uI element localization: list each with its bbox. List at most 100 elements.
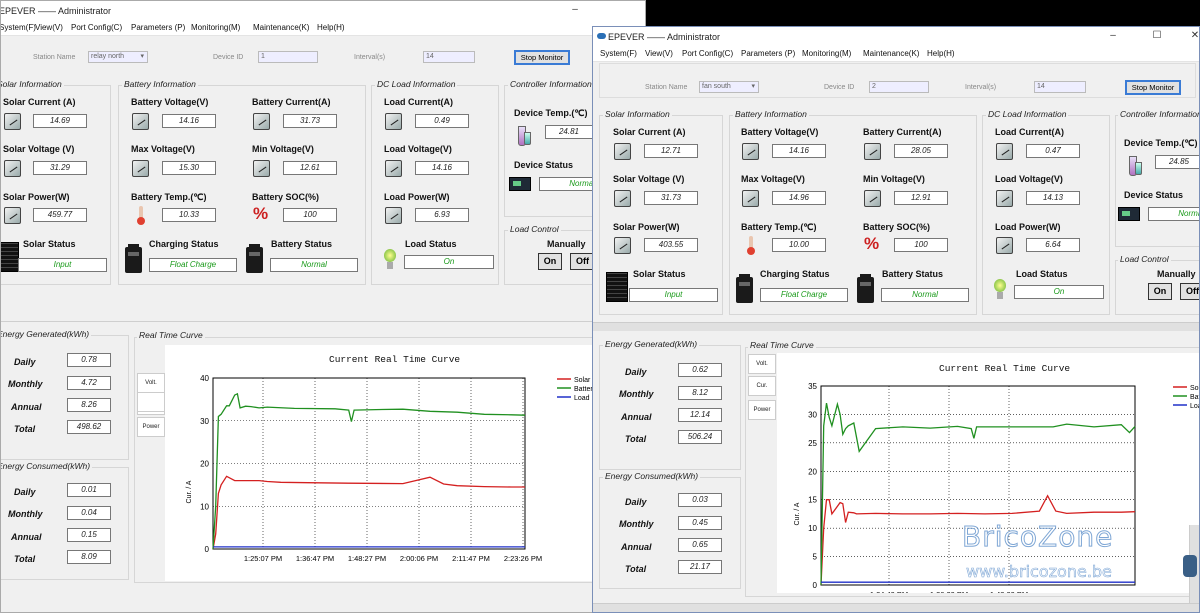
- solar-voltage-label: Solar Voltage (V): [613, 174, 685, 184]
- menu-help[interactable]: Help(H): [317, 23, 345, 32]
- y-tick-label: 15: [808, 496, 817, 505]
- horizontal-scrollbar[interactable]: [593, 603, 1199, 612]
- battery-soc-label: Battery SOC(%): [863, 222, 931, 232]
- horizontal-scrollbar[interactable]: [593, 322, 1199, 331]
- battery-voltage-label: Battery Voltage(V): [131, 97, 209, 107]
- x-tick-label: 1:36:47 PM: [296, 554, 334, 563]
- battery-current-label: Battery Current(A): [252, 97, 331, 107]
- consumed-total-value: 21.17: [678, 560, 722, 574]
- solar-power-label: Solar Power(W): [3, 192, 70, 202]
- menu-monitoring[interactable]: Monitoring(M): [191, 23, 240, 32]
- load-voltage-label: Load Voltage(V): [995, 174, 1063, 184]
- menu-help[interactable]: Help(H): [927, 49, 955, 58]
- solar-power-label: Solar Power(W): [613, 222, 680, 232]
- legend-label: Battery: [1190, 394, 1200, 401]
- solar-voltage-value: 31.29: [33, 161, 87, 175]
- controller-device-icon: [1118, 207, 1140, 221]
- tab-power[interactable]: Power: [748, 400, 776, 420]
- device-temp-label: Device Temp.(℃): [1124, 138, 1198, 148]
- close-icon[interactable]: ✕: [1187, 29, 1199, 43]
- min-voltage-value: 12.61: [283, 161, 337, 175]
- load-off-button[interactable]: Off: [1180, 283, 1199, 300]
- consumed-daily-value: 0.03: [678, 493, 722, 507]
- load-on-button[interactable]: On: [538, 253, 562, 270]
- menu-monitoring[interactable]: Monitoring(M): [802, 49, 851, 58]
- legend-label: Solar: [1190, 385, 1200, 392]
- min-voltage-label: Min Voltage(V): [863, 174, 925, 184]
- menu-parameters[interactable]: Parameters (P): [741, 49, 795, 58]
- menu-maintenance[interactable]: Maintenance(K): [863, 49, 919, 58]
- station-name-select[interactable]: fan south: [699, 81, 759, 93]
- menu-bar: System(F) View(V) Port Config(C) Paramet…: [1, 21, 645, 36]
- stop-monitor-button[interactable]: Stop Monitor: [514, 50, 570, 65]
- load-current-value: 0.47: [1026, 144, 1080, 158]
- meter-icon: [614, 190, 631, 207]
- meter-icon: [4, 207, 21, 224]
- battery-icon: [736, 274, 753, 303]
- load-off-button[interactable]: Off: [570, 253, 594, 270]
- watermark-logo: BricoZone: [961, 520, 1114, 554]
- menu-maintenance[interactable]: Maintenance(K): [253, 23, 309, 32]
- generated-daily-label: Daily: [625, 367, 647, 377]
- y-tick-label: 5: [813, 553, 818, 562]
- device-id-field[interactable]: 1: [258, 51, 318, 63]
- meter-icon: [742, 190, 759, 207]
- consumed-daily-value: 0.01: [67, 483, 111, 497]
- device-id-field[interactable]: 2: [869, 81, 929, 93]
- device-id-label: Device ID: [213, 54, 244, 61]
- menu-view[interactable]: View(V): [35, 23, 63, 32]
- y-tick-label: 20: [808, 467, 817, 476]
- battery-temp-label: Battery Temp.(℃): [741, 222, 817, 232]
- generated-annual-value: 12.14: [678, 408, 722, 422]
- consumed-annual-value: 0.15: [67, 528, 111, 542]
- menu-port-config[interactable]: Port Config(C): [682, 49, 733, 58]
- y-tick-label: 30: [808, 410, 817, 419]
- menu-system[interactable]: System(F): [600, 49, 637, 58]
- meter-icon: [614, 143, 631, 160]
- menu-parameters[interactable]: Parameters (P): [131, 23, 185, 32]
- tab-power[interactable]: Power: [137, 417, 165, 437]
- meter-icon: [864, 143, 881, 160]
- load-mode-label: Manually: [547, 239, 586, 249]
- interval-label: Interval(s): [354, 54, 386, 61]
- load-current-value: 0.49: [415, 114, 469, 128]
- controller-group-title: Controller Information: [1118, 109, 1199, 119]
- interval-field[interactable]: 14: [1034, 81, 1086, 93]
- interval-field[interactable]: 14: [423, 51, 475, 63]
- tab-current[interactable]: Cur.: [748, 376, 776, 396]
- tab-voltage[interactable]: Volt.: [137, 373, 165, 393]
- load-status-value: On: [1014, 285, 1104, 299]
- meter-icon: [996, 237, 1013, 254]
- meter-icon: [996, 190, 1013, 207]
- minimize-icon[interactable]: –: [1105, 29, 1121, 43]
- solar-voltage-label: Solar Voltage (V): [3, 144, 75, 154]
- generated-annual-label: Annual: [11, 402, 42, 412]
- solar-current-value: 12.71: [644, 144, 698, 158]
- x-tick-label: 1:25:07 PM: [244, 554, 282, 563]
- title-bar: EPEVER —— Administrator –: [1, 1, 645, 21]
- minimize-icon[interactable]: –: [567, 3, 583, 17]
- light-bulb-icon: [383, 249, 397, 271]
- solar-status-value: Input: [629, 288, 718, 302]
- stop-monitor-button[interactable]: Stop Monitor: [1125, 80, 1181, 95]
- percent-icon: %: [864, 234, 880, 253]
- charging-status-label: Charging Status: [760, 269, 830, 279]
- load-status-value: On: [404, 255, 494, 269]
- tab-voltage[interactable]: Volt.: [748, 354, 776, 374]
- max-voltage-value: 15.30: [162, 161, 216, 175]
- menu-system[interactable]: System(F): [1, 23, 36, 32]
- load-power-value: 6.93: [415, 208, 469, 222]
- load-group-title: DC Load Information: [986, 109, 1069, 119]
- consumed-annual-label: Annual: [621, 542, 652, 552]
- station-name-select[interactable]: relay north: [88, 51, 148, 63]
- meter-icon: [253, 113, 270, 130]
- menu-port-config[interactable]: Port Config(C): [71, 23, 122, 32]
- menu-view[interactable]: View(V): [645, 49, 673, 58]
- maximize-icon[interactable]: ☐: [1149, 29, 1165, 43]
- battery-current-value: 28.05: [894, 144, 948, 158]
- y-axis-label: Cur. / A: [186, 480, 193, 503]
- load-control-title: Load Control: [508, 224, 561, 234]
- load-on-button[interactable]: On: [1148, 283, 1172, 300]
- battery-icon: [246, 244, 263, 273]
- controller-device-icon: [509, 177, 531, 191]
